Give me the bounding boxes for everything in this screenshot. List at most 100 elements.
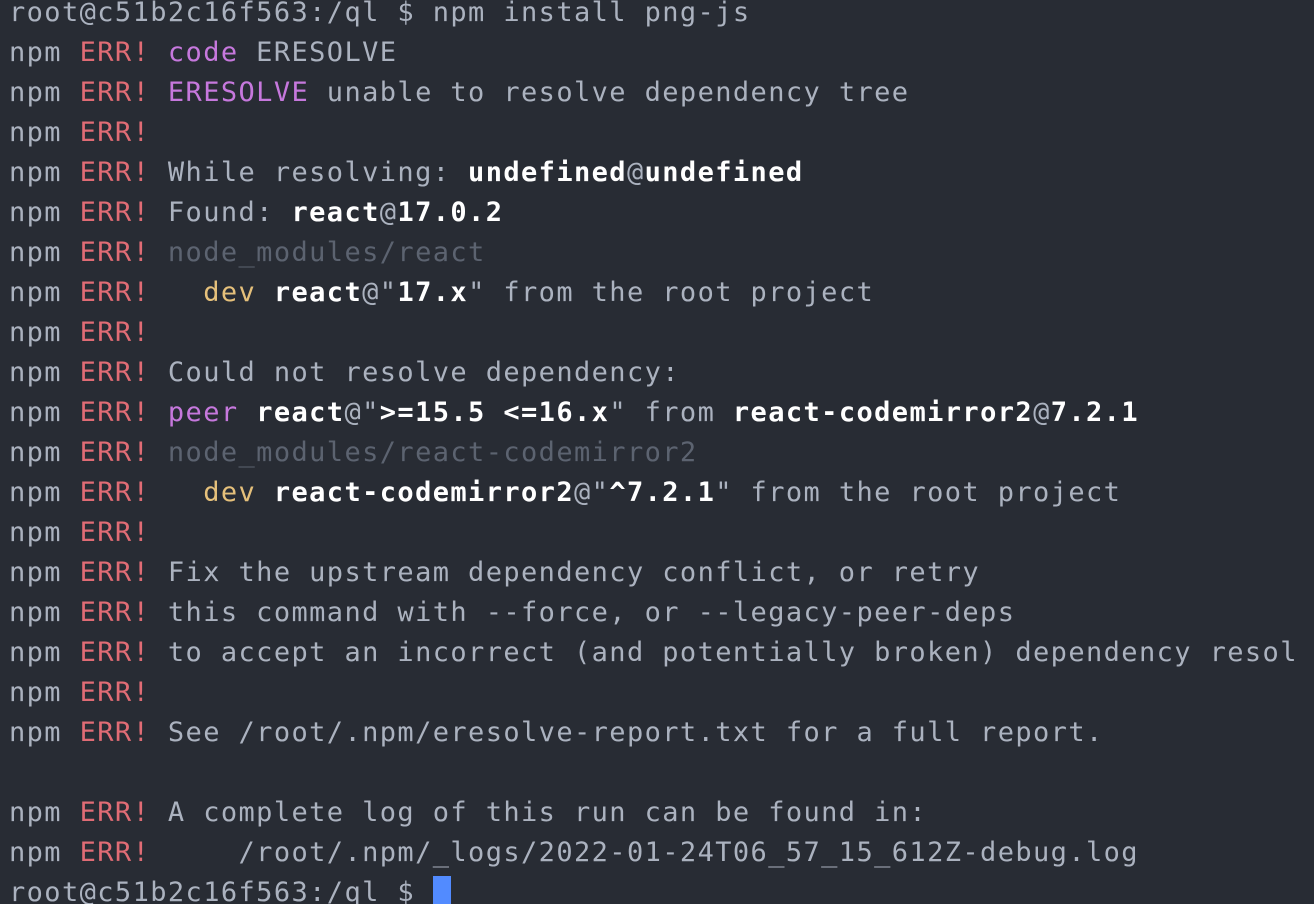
text-segment: react-codemirror2: [732, 397, 1034, 428]
text-segment: dev: [203, 277, 257, 308]
err-label: ERR!: [79, 397, 151, 428]
text-segment: [150, 437, 168, 468]
text-segment: While resolving:: [150, 157, 469, 188]
err-label: ERR!: [79, 117, 151, 148]
err-label: ERR!: [79, 837, 151, 868]
text-segment: npm: [9, 37, 80, 68]
text-segment: code: [167, 37, 239, 68]
text-segment: npm: [9, 477, 80, 508]
text-segment: @": [344, 397, 380, 428]
err-label: ERR!: [79, 717, 151, 748]
text-segment: Could not resolve dependency:: [150, 357, 680, 388]
err-label: ERR!: [79, 237, 151, 268]
text-segment: 17.x: [397, 277, 469, 308]
output-line: npm ERR! to accept an incorrect (and pot…: [9, 633, 1298, 673]
text-segment: [150, 397, 168, 428]
err-label: ERR!: [79, 357, 151, 388]
err-label: ERR!: [79, 437, 151, 468]
terminal-window[interactable]: root@c51b2c16f563:/ql $ npm install png-…: [0, 0, 1314, 904]
err-label: ERR!: [79, 37, 151, 68]
err-label: ERR!: [79, 797, 151, 828]
text-segment: unable to resolve dependency tree: [309, 77, 910, 108]
text-segment: ERESOLVE: [238, 37, 398, 68]
text-segment: react: [273, 277, 363, 308]
text-segment: npm: [9, 517, 80, 548]
text-segment: react: [291, 197, 380, 228]
text-segment: @": [362, 277, 398, 308]
text-segment: dev: [203, 477, 257, 508]
text-segment: npm: [9, 597, 80, 628]
output-line: npm ERR!: [9, 313, 1298, 353]
err-label: ERR!: [79, 77, 151, 108]
output-line: npm ERR! Could not resolve dependency:: [9, 353, 1298, 393]
text-segment: root@c51b2c16f563:/ql $ npm install png-…: [9, 0, 751, 28]
output-line: npm ERR! node_modules/react: [9, 233, 1298, 273]
output-line: npm ERR! code ERESOLVE: [9, 33, 1298, 73]
text-segment: root@c51b2c16f563:/ql $: [9, 877, 433, 904]
output-line: npm ERR! dev react@"17.x" from the root …: [9, 273, 1298, 313]
output-line: npm ERR! node_modules/react-codemirror2: [9, 433, 1298, 473]
text-segment: npm: [9, 397, 80, 428]
text-segment: @: [379, 197, 398, 228]
text-segment: node_modules/react-codemirror2: [167, 437, 698, 468]
text-segment: peer: [167, 397, 239, 428]
output-line: npm ERR!: [9, 673, 1298, 713]
text-segment: react-codemirror2: [273, 477, 574, 508]
err-label: ERR!: [79, 677, 151, 708]
output-line: npm ERR!: [9, 513, 1298, 553]
text-segment: this command with --force, or --legacy-p…: [150, 597, 1016, 628]
text-segment: [150, 277, 203, 308]
text-segment: [150, 477, 203, 508]
err-label: ERR!: [79, 597, 151, 628]
output-line: npm ERR! this command with --force, or -…: [9, 593, 1298, 633]
text-segment: npm: [9, 237, 80, 268]
text-segment: >=15.5 <=16.x: [379, 397, 610, 428]
text-segment: @": [574, 477, 610, 508]
text-segment: A complete log of this run can be found …: [150, 797, 928, 828]
text-segment: ERESOLVE: [167, 77, 310, 108]
text-cursor: [432, 876, 451, 904]
output-line: npm ERR! See /root/.npm/eresolve-report.…: [9, 713, 1298, 753]
text-segment: " from the root project: [468, 277, 875, 308]
text-segment: undefined: [644, 157, 804, 188]
err-label: ERR!: [79, 277, 151, 308]
err-label: ERR!: [79, 477, 151, 508]
text-segment: npm: [9, 77, 80, 108]
prompt-line: root@c51b2c16f563:/ql $: [9, 873, 1298, 904]
text-segment: node_modules/react: [167, 237, 486, 268]
text-segment: " from the root project: [715, 477, 1122, 508]
err-label: ERR!: [79, 557, 151, 588]
text-segment: npm: [9, 557, 80, 588]
text-segment: react: [256, 397, 345, 428]
text-segment: /root/.npm/_logs/2022-01-24T06_57_15_612…: [150, 837, 1139, 868]
output-line: npm ERR!: [9, 113, 1298, 153]
err-label: ERR!: [79, 197, 151, 228]
err-label: ERR!: [79, 317, 151, 348]
text-segment: 17.0.2: [397, 197, 504, 228]
text-segment: undefined: [468, 157, 627, 188]
output-line: npm ERR! /root/.npm/_logs/2022-01-24T06_…: [9, 833, 1298, 873]
text-segment: npm: [9, 677, 80, 708]
text-segment: npm: [9, 637, 80, 668]
text-segment: npm: [9, 197, 80, 228]
output-line: root@c51b2c16f563:/ql $ npm install png-…: [9, 0, 1298, 33]
text-segment: [256, 277, 274, 308]
text-segment: [256, 477, 274, 508]
text-segment: npm: [9, 317, 80, 348]
err-label: ERR!: [79, 157, 151, 188]
text-segment: [150, 37, 168, 68]
output-line: npm ERR! A complete log of this run can …: [9, 793, 1298, 833]
text-segment: Found:: [150, 197, 292, 228]
text-segment: ^7.2.1: [609, 477, 716, 508]
text-segment: npm: [9, 157, 80, 188]
text-segment: [150, 237, 168, 268]
err-label: ERR!: [79, 517, 151, 548]
text-segment: npm: [9, 357, 80, 388]
output-line: npm ERR! While resolving: undefined@unde…: [9, 153, 1298, 193]
text-segment: 7.2.1: [1050, 397, 1139, 428]
text-segment: @: [626, 157, 645, 188]
text-segment: @: [1033, 397, 1051, 428]
text-segment: See /root/.npm/eresolve-report.txt for a…: [150, 717, 1104, 748]
output-line: npm ERR! peer react@">=15.5 <=16.x" from…: [9, 393, 1298, 433]
